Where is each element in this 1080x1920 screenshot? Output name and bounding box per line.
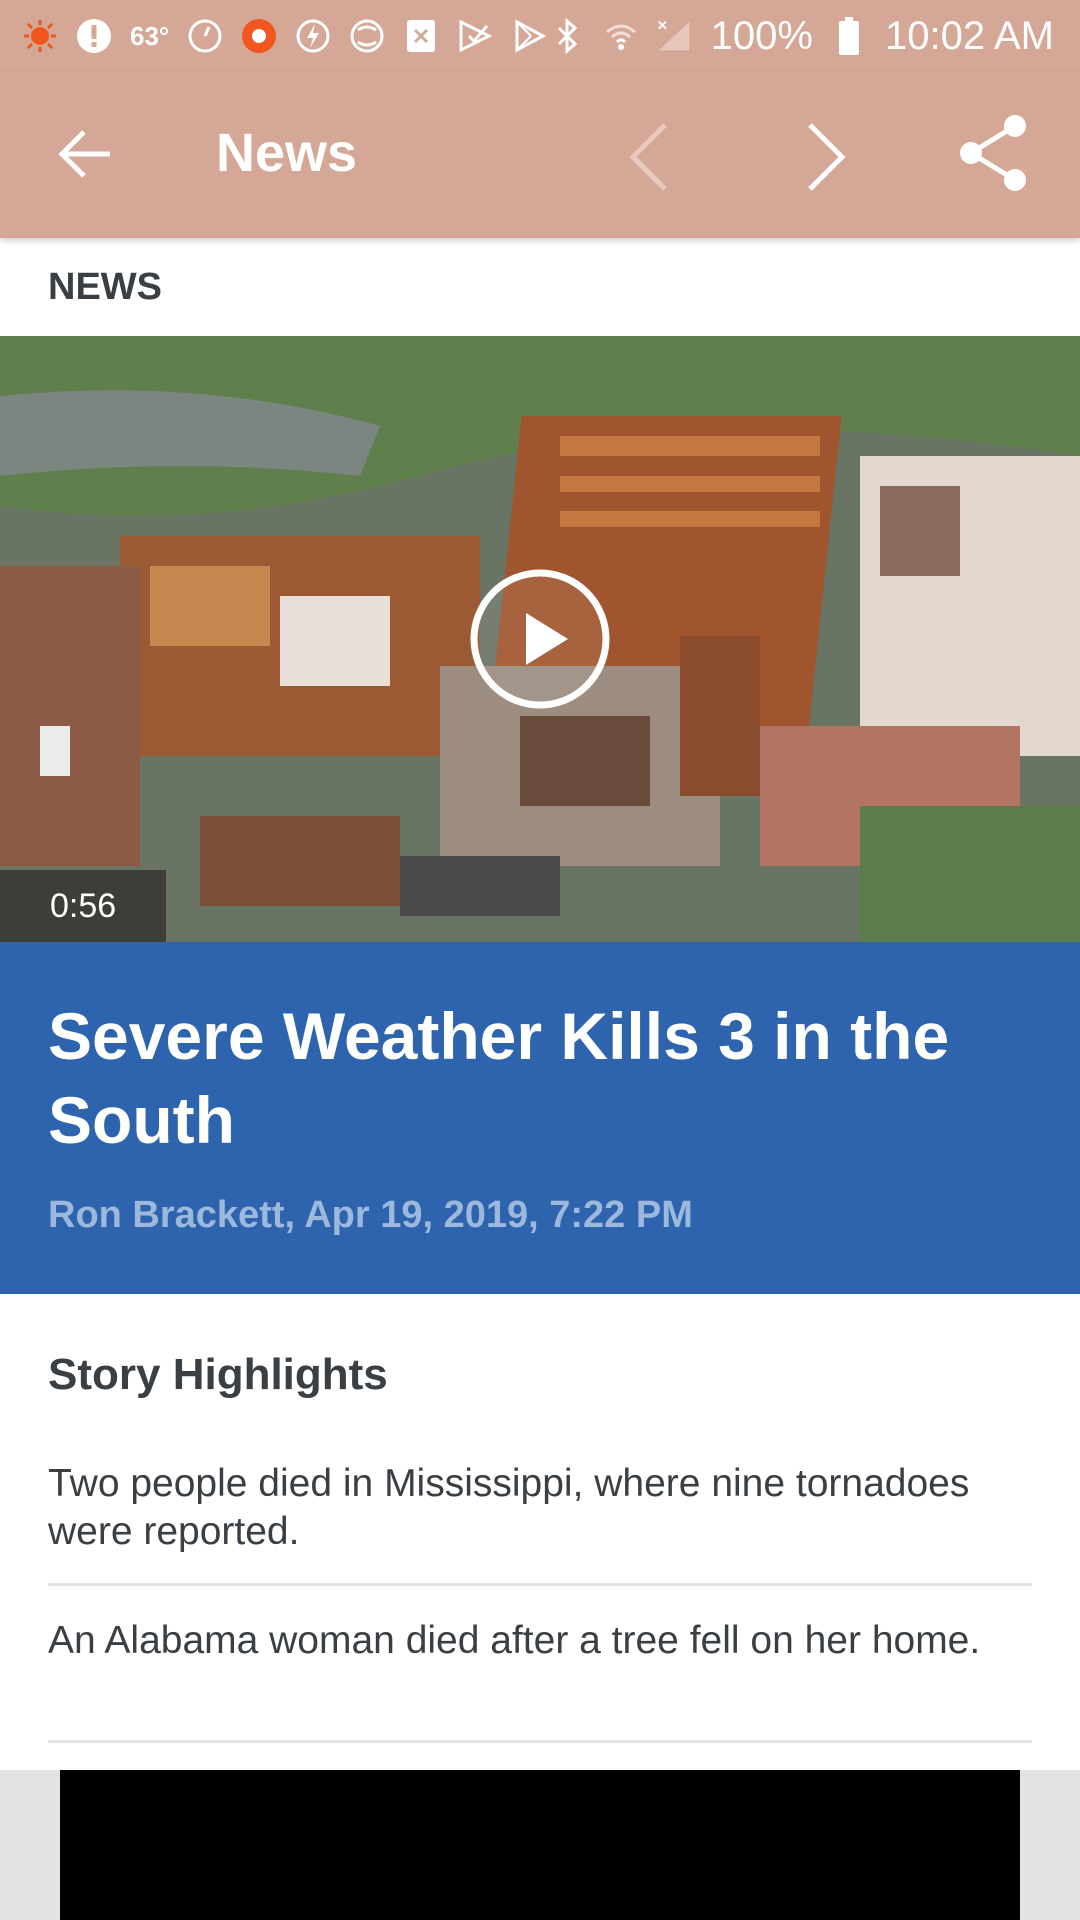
arrow-left-icon bbox=[58, 130, 110, 178]
status-icons-right: 100% 10:02 AM bbox=[549, 14, 1080, 59]
clock-time: 10:02 AM bbox=[884, 13, 1054, 58]
x-box-icon bbox=[403, 18, 439, 54]
sun-alert-icon bbox=[241, 18, 277, 54]
battery-icon bbox=[831, 17, 867, 55]
chevron-right-icon bbox=[808, 123, 846, 191]
battery-percent: 100% bbox=[710, 13, 813, 58]
spiral-icon bbox=[349, 18, 385, 54]
embedded-video-player[interactable] bbox=[60, 1770, 1020, 1920]
headline-block: Severe Weather Kills 3 in the South Ron … bbox=[0, 942, 1080, 1294]
bluetooth-icon bbox=[549, 18, 585, 54]
divider bbox=[48, 1583, 1032, 1586]
previous-article-button[interactable] bbox=[615, 117, 687, 197]
highlight-item: Two people died in Mississippi, where ni… bbox=[48, 1462, 970, 1553]
clock-icon bbox=[187, 18, 223, 54]
divider bbox=[48, 1740, 1032, 1743]
play-button[interactable] bbox=[468, 567, 612, 711]
story-highlights-title: Story Highlights bbox=[48, 1350, 388, 1399]
sun-icon bbox=[22, 18, 58, 54]
back-button[interactable] bbox=[56, 122, 120, 186]
status-bar: 63° 100% 10:02 AM bbox=[0, 0, 1080, 72]
embedded-media-area bbox=[0, 1770, 1080, 1920]
page-title: News bbox=[216, 123, 358, 183]
section-label: NEWS bbox=[48, 266, 162, 308]
article-byline: Ron Brackett, Apr 19, 2019, 7:22 PM bbox=[48, 1194, 693, 1236]
flash-icon bbox=[295, 18, 331, 54]
status-icons-left: 63° bbox=[0, 18, 547, 54]
share-button[interactable] bbox=[955, 112, 1037, 194]
video-thumbnail[interactable]: 0:56 bbox=[0, 336, 1080, 942]
highlight-item: An Alabama woman died after a tree fell … bbox=[48, 1619, 981, 1662]
temperature: 63° bbox=[130, 20, 170, 51]
play-check-icon bbox=[457, 18, 493, 54]
chevron-left-icon bbox=[629, 123, 667, 191]
share-icon bbox=[960, 115, 1026, 191]
next-article-button[interactable] bbox=[790, 117, 862, 197]
app-bar: News bbox=[0, 72, 1080, 238]
wifi-icon bbox=[603, 18, 639, 54]
article-headline: Severe Weather Kills 3 in the South bbox=[48, 999, 950, 1157]
play-icon bbox=[470, 569, 610, 709]
play-store-icon bbox=[511, 18, 547, 54]
signal-icon bbox=[657, 18, 693, 54]
video-duration: 0:56 bbox=[0, 870, 166, 942]
alert-icon bbox=[76, 18, 112, 54]
